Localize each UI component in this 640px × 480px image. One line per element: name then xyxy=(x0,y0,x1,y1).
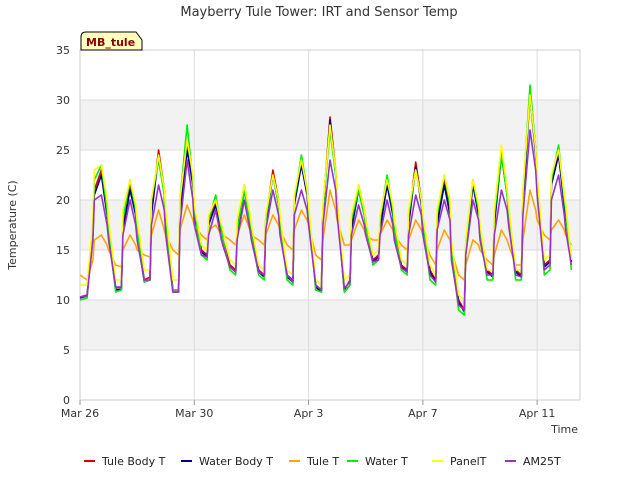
chart-title: Mayberry Tule Tower: IRT and Sensor Temp xyxy=(180,5,457,20)
y-axis-ticks: 0 5 10 15 20 25 30 35 xyxy=(56,44,70,407)
grid-band xyxy=(80,250,580,300)
legend-label: Water Body T xyxy=(199,455,273,468)
y-tick-label: 25 xyxy=(56,144,70,157)
y-tick-label: 20 xyxy=(56,194,70,207)
legend-label: AM25T xyxy=(523,455,561,468)
x-tick-label: Apr 3 xyxy=(294,407,324,420)
y-tick-label: 15 xyxy=(56,244,70,257)
x-axis-ticks: Mar 26 Mar 30 Apr 3 Apr 7 Apr 11 xyxy=(61,400,556,420)
legend-item-1: Tule Body T xyxy=(84,455,166,468)
x-tick-label: Apr 11 xyxy=(519,407,556,420)
x-tick-label: Mar 30 xyxy=(175,407,213,420)
y-tick-label: 35 xyxy=(56,44,70,57)
legend-item-5: PanelT xyxy=(432,455,487,468)
badge-label: MB_tule xyxy=(86,36,135,49)
x-tick-label: Apr 7 xyxy=(408,407,438,420)
legend-label: PanelT xyxy=(450,455,487,468)
legend: Tule Body T Water Body T Tule T Water T Pane… xyxy=(84,455,561,468)
site-badge: MB_tule xyxy=(80,31,143,51)
legend-label: Tule T xyxy=(306,455,339,468)
legend-label: Tule Body T xyxy=(101,455,166,468)
legend-item-3: Tule T xyxy=(289,455,339,468)
legend-item-2: Water Body T xyxy=(181,455,273,468)
legend-label: Water T xyxy=(365,455,408,468)
legend-item-4: Water T xyxy=(347,455,408,468)
chart: Mayberry Tule Tower: IRT and Sensor Temp… xyxy=(6,5,581,468)
y-tick-label: 30 xyxy=(56,94,70,107)
y-tick-label: 10 xyxy=(56,294,70,307)
y-tick-label: 0 xyxy=(63,394,70,407)
grid-band xyxy=(80,50,580,100)
y-axis-label: Temperature (C) xyxy=(6,180,19,270)
legend-item-6: AM25T xyxy=(505,455,561,468)
x-axis-label: Time xyxy=(550,423,578,436)
x-tick-label: Mar 26 xyxy=(61,407,99,420)
grid-band xyxy=(80,350,580,400)
grid-band xyxy=(80,300,580,350)
y-tick-label: 5 xyxy=(63,344,70,357)
